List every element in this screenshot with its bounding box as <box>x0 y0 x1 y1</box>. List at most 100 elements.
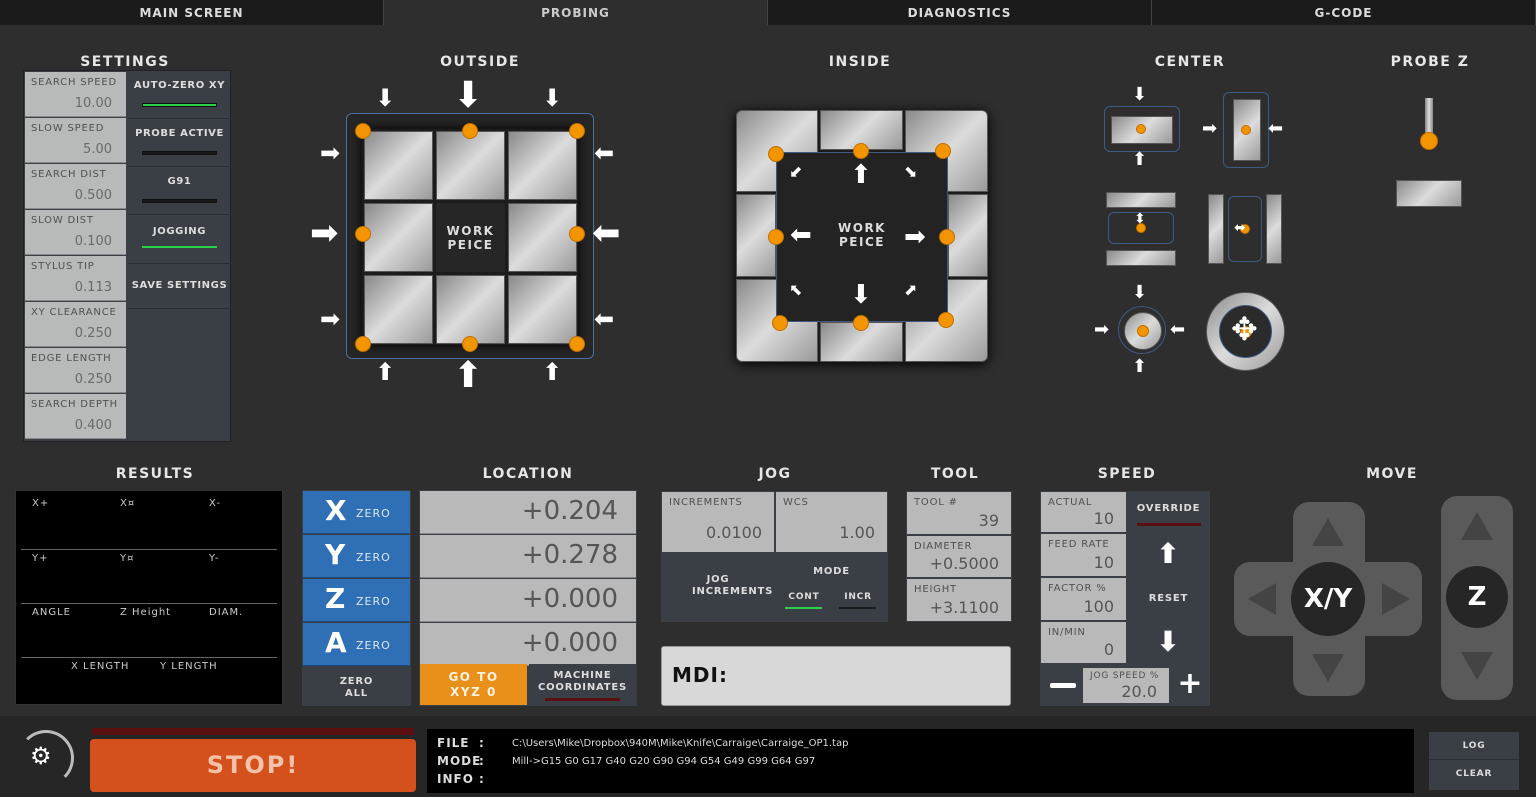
center-boss-icon[interactable] <box>1118 306 1166 354</box>
factor-field[interactable]: FACTOR % 100 <box>1041 578 1126 620</box>
arrow-up-icon[interactable]: ⬆ <box>1132 151 1147 169</box>
mode-cont-button[interactable]: CONT <box>782 590 826 616</box>
zero-y-button[interactable]: Y ZERO <box>303 535 410 578</box>
speed-up-button[interactable]: ⬆ <box>1128 534 1209 576</box>
g91-button[interactable]: G91 <box>128 168 231 215</box>
probe-point-bottom-right[interactable] <box>569 336 585 352</box>
tool-height-field[interactable]: HEIGHT +3.1100 <box>907 579 1011 621</box>
arrow-corner-icon[interactable]: ⬋ <box>789 164 802 180</box>
probe-point-bottom[interactable] <box>462 336 478 352</box>
probe-point-bottom-left[interactable] <box>772 315 788 331</box>
reset-button[interactable]: RESET <box>1128 578 1209 620</box>
arrow-right-icon[interactable]: ➡ <box>320 307 340 331</box>
jog-speed-plus-button[interactable]: + <box>1176 669 1204 699</box>
probe-point-top-right[interactable] <box>935 143 951 159</box>
jog-y-minus-icon[interactable] <box>1312 654 1344 682</box>
setting-slow-dist[interactable]: SLOW DIST 0.100 <box>25 210 126 255</box>
wcs-field[interactable]: WCS 1.00 <box>776 492 887 552</box>
stop-button[interactable]: STOP! <box>90 739 416 792</box>
center-y-probe-icon[interactable] <box>1104 106 1180 152</box>
setting-slow-speed[interactable]: SLOW SPEED 5.00 <box>25 118 126 163</box>
probe-point-right[interactable] <box>939 229 955 245</box>
arrow-right-icon[interactable]: ➡ <box>320 141 340 165</box>
setting-search-speed[interactable]: SEARCH SPEED 10.00 <box>25 72 126 117</box>
jog-increments-field[interactable]: INCREMENTS 0.0100 <box>662 492 774 552</box>
override-button[interactable]: OVERRIDE <box>1128 492 1209 532</box>
arrow-right-icon[interactable]: ➡ <box>1094 321 1109 339</box>
arrow-up-icon[interactable]: ⬆ <box>1132 358 1147 376</box>
zero-a-button[interactable]: A ZERO <box>303 623 410 666</box>
arrow-left-icon[interactable]: ⬅ <box>790 222 812 248</box>
center-y-inside-icon[interactable]: ⬍ <box>1106 192 1176 266</box>
center-x-probe-icon[interactable] <box>1223 92 1269 168</box>
tab-g-code[interactable]: G-CODE <box>1152 0 1536 25</box>
probe-point-bottom-right[interactable] <box>938 312 954 328</box>
probe-z-icon[interactable] <box>1396 98 1462 208</box>
arrow-left-icon[interactable]: ⬅ <box>592 216 621 250</box>
center-bore-icon[interactable]: ✥ <box>1206 292 1285 371</box>
arrow-up-icon[interactable]: ⬆ <box>375 360 395 384</box>
arrow-corner-icon[interactable]: ⬈ <box>904 282 917 298</box>
center-x-inside-icon[interactable]: ⬌ <box>1208 194 1282 264</box>
probe-point-left[interactable] <box>355 226 371 242</box>
arrow-right-icon[interactable]: ➡ <box>1202 120 1217 138</box>
arrow-corner-icon[interactable]: ⬉ <box>789 282 802 298</box>
probe-point-bottom[interactable] <box>853 315 869 331</box>
arrow-down-icon[interactable]: ⬇ <box>1132 86 1147 104</box>
jog-y-plus-icon[interactable] <box>1312 518 1344 546</box>
z-center-button[interactable]: Z <box>1446 566 1508 628</box>
probe-point-top-right[interactable] <box>569 123 585 139</box>
arrow-right-icon[interactable]: ➡ <box>310 216 339 250</box>
jog-z-plus-icon[interactable] <box>1461 512 1493 540</box>
probe-point-right[interactable] <box>569 226 585 242</box>
tool-diameter-field[interactable]: DIAMETER +0.5000 <box>907 536 1011 577</box>
save-settings-button[interactable]: SAVE SETTINGS <box>128 264 231 309</box>
tab-diagnostics[interactable]: DIAGNOSTICS <box>768 0 1152 25</box>
arrow-down-icon[interactable]: ⬇ <box>375 86 395 110</box>
arrow-up-icon[interactable]: ⬆ <box>453 358 483 394</box>
goto-xyz-zero-button[interactable]: GO TO XYZ 0 <box>420 664 527 705</box>
machine-coordinates-button[interactable]: MACHINE COORDINATES <box>529 664 636 705</box>
setting-edge-length[interactable]: EDGE LENGTH 0.250 <box>25 348 126 393</box>
arrow-corner-icon[interactable]: ⬊ <box>904 164 917 180</box>
jog-x-plus-icon[interactable] <box>1382 583 1410 615</box>
arrow-left-icon[interactable]: ⬅ <box>594 307 614 331</box>
jog-increments-button[interactable]: JOG INCREMENTS <box>662 554 774 621</box>
jog-speed-field[interactable]: JOG SPEED % 20.0 <box>1083 668 1169 703</box>
jog-speed-minus-button[interactable] <box>1050 683 1076 688</box>
arrow-right-icon[interactable]: ➡ <box>904 224 926 250</box>
zero-z-button[interactable]: Z ZERO <box>303 579 410 622</box>
setting-search-dist[interactable]: SEARCH DIST 0.500 <box>25 164 126 209</box>
arrow-down-icon[interactable]: ⬇ <box>1132 284 1147 302</box>
arrow-left-icon[interactable]: ⬅ <box>1170 321 1185 339</box>
zero-all-button[interactable]: ZERO ALL <box>303 668 410 705</box>
setting-stylus-tip[interactable]: STYLUS TIP 0.113 <box>25 256 126 301</box>
arrow-up-icon[interactable]: ⬆ <box>542 360 562 384</box>
arrow-up-icon[interactable]: ⬆ <box>850 162 872 188</box>
probe-point-top-left[interactable] <box>355 123 371 139</box>
mode-incr-button[interactable]: INCR <box>836 590 880 616</box>
speed-down-button[interactable]: ⬇ <box>1128 622 1209 663</box>
tab-probing[interactable]: PROBING <box>384 0 768 25</box>
probe-point-top[interactable] <box>462 123 478 139</box>
jog-z-minus-icon[interactable] <box>1461 652 1493 680</box>
arrow-down-icon[interactable]: ⬇ <box>542 86 562 110</box>
mdi-input[interactable]: MDI: <box>661 646 1011 706</box>
tool-number-field[interactable]: TOOL # 39 <box>907 492 1011 534</box>
setting-xy-clearance[interactable]: XY CLEARANCE 0.250 <box>25 302 126 347</box>
xy-center-button[interactable]: X/Y <box>1291 562 1365 636</box>
probe-point-top-left[interactable] <box>768 146 784 162</box>
probe-point-top[interactable] <box>853 143 869 159</box>
probe-point-bottom-left[interactable] <box>355 336 371 352</box>
probe-active-button[interactable]: PROBE ACTIVE <box>128 120 231 167</box>
log-button[interactable]: LOG <box>1429 732 1519 760</box>
zero-x-button[interactable]: X ZERO <box>303 491 410 534</box>
jog-x-minus-icon[interactable] <box>1248 583 1276 615</box>
arrow-left-icon[interactable]: ⬅ <box>1268 120 1283 138</box>
jogging-button[interactable]: JOGGING <box>128 216 231 264</box>
arrow-down-icon[interactable]: ⬇ <box>850 282 872 308</box>
tab-main-screen[interactable]: MAIN SCREEN <box>0 0 384 25</box>
auto-zero-xy-button[interactable]: AUTO-ZERO XY <box>128 72 231 119</box>
setting-search-depth[interactable]: SEARCH DEPTH 0.400 <box>25 394 126 439</box>
clear-button[interactable]: CLEAR <box>1429 761 1519 790</box>
